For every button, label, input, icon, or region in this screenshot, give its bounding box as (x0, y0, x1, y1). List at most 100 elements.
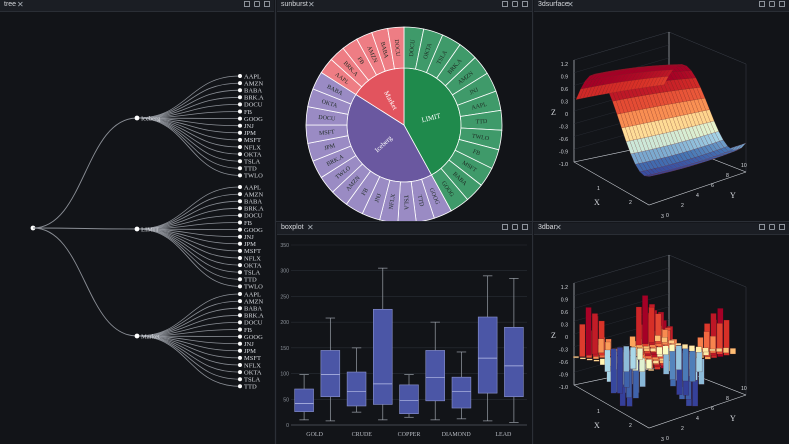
bar3d-bar (598, 338, 605, 353)
bar3d-bar (648, 307, 655, 343)
boxplot-chart: 350 300 250 200 150 100 50 0 GOLD CRUDE COPPER DIAM… (280, 243, 527, 438)
tree-link (136, 82, 241, 119)
close-icon[interactable]: ✕ (307, 223, 314, 232)
tree-leaf-node (238, 130, 242, 135)
bar3d-bar (669, 346, 676, 380)
tree-leaf-node (238, 192, 242, 197)
grid-line (573, 267, 670, 296)
sunburst-panel-header[interactable]: sunburst ✕ (277, 0, 532, 12)
tree-branch-label: Iceberg (141, 115, 161, 122)
restore-icon[interactable] (502, 1, 508, 7)
maximize-icon[interactable] (264, 1, 270, 7)
vertical-divider[interactable] (275, 0, 276, 444)
popout-icon[interactable] (512, 1, 518, 7)
panel-title: boxplot (281, 224, 304, 231)
x-tick-label: GOLD (306, 432, 323, 438)
tree-leaf-label: BABA (244, 88, 262, 95)
vertical-divider[interactable] (532, 0, 533, 444)
surface-panel-header[interactable]: 3dsurface ✕ (534, 0, 789, 12)
sunburst-panel: sunburst ✕ DOCU OKTA TSLA BRK.A AMZN JNJ AAPL T… (277, 0, 532, 221)
z-tick-label: -0.9 (559, 150, 568, 156)
tree-leaf-label: DOCU (244, 102, 263, 109)
popout-icon[interactable] (769, 224, 775, 230)
close-icon[interactable]: ✕ (567, 0, 574, 9)
tree-leaf-node (238, 137, 242, 142)
bar3d-bar (635, 306, 642, 346)
bar3d-bar (573, 356, 579, 359)
tree-leaf-label: JPM (244, 130, 256, 137)
bar3d-bar (723, 347, 729, 353)
close-icon[interactable]: ✕ (308, 0, 315, 9)
tree-leaf-label: FB (244, 327, 253, 334)
box-body (320, 350, 341, 398)
tree-link (136, 335, 241, 380)
popout-icon[interactable] (769, 1, 775, 7)
tree-branch-label: LIMIT (141, 226, 159, 233)
close-icon[interactable]: ✕ (17, 0, 24, 9)
z-axis-label: Z (551, 331, 556, 340)
boxplot-panel-header[interactable]: boxplot ✕ (277, 223, 532, 235)
restore-icon[interactable] (759, 224, 765, 230)
tree-leaf-label: AMZN (244, 298, 263, 305)
y-axis-label: Y (730, 191, 736, 200)
tree-leaf-label: BABA (244, 306, 262, 313)
tree-leaf-label: TSLA (244, 270, 261, 277)
tree-leaf-label: TSLA (244, 159, 261, 166)
tree-leaf-node (238, 370, 242, 375)
x-tick-label: 3 (661, 437, 664, 443)
tree-link (32, 227, 138, 230)
tree-leaf-node (238, 109, 242, 114)
tree-panel-header[interactable]: tree ✕ (0, 0, 274, 12)
restore-icon[interactable] (502, 224, 508, 230)
tree-link (136, 117, 241, 162)
tree-leaf-label: OKTA (244, 369, 262, 376)
tree-leaf-label: OKTA (244, 151, 262, 158)
bar3d-bar (591, 313, 598, 355)
x-tick-label: 1 (597, 409, 600, 415)
bar3d-bar (696, 349, 703, 373)
close-icon[interactable]: ✕ (555, 223, 562, 232)
x-tick-label: 2 (629, 200, 632, 206)
bar3d-bar (662, 329, 668, 345)
x-tick-label: 1 (597, 186, 600, 192)
restore-icon[interactable] (759, 1, 765, 7)
panel-title: 3dsurface (538, 1, 569, 8)
tree-leaf-node (238, 145, 242, 149)
restore-icon[interactable] (244, 1, 250, 7)
bar3d-bar (689, 347, 696, 382)
bar3d-bar (729, 348, 736, 355)
tree-branch-node (134, 226, 140, 232)
bar3d-bar (585, 307, 592, 356)
tree-leaf-node (238, 334, 242, 339)
tree-branch-node (134, 333, 140, 339)
bar3d-bar (654, 335, 661, 342)
tree-link (32, 117, 138, 229)
z-tick-label: 0 (565, 112, 568, 118)
tree-link (136, 228, 241, 266)
bar3d-bar (610, 348, 617, 394)
tree-link (136, 117, 241, 155)
sunburst-outer-label: TTD (475, 119, 488, 126)
horizontal-divider[interactable] (276, 221, 789, 222)
y-tick-label: 8 (726, 173, 729, 179)
bar3d-bar (702, 347, 709, 353)
tree-leaf-node (238, 123, 242, 128)
x-axis-label: X (594, 198, 600, 207)
bar3d-panel-header[interactable]: 3dbar ✕ (534, 223, 789, 235)
tree-leaf-label: TSLA (244, 377, 261, 384)
tree-leaf-label: AAPL (244, 184, 261, 191)
tree-leaf-label: JPM (244, 348, 256, 355)
bar3d-bar (604, 349, 611, 372)
popout-icon[interactable] (512, 224, 518, 230)
bar3d-bar (579, 324, 586, 357)
maximize-icon[interactable] (522, 224, 528, 230)
bar3d-bar (656, 346, 663, 355)
bar3d-bar (682, 344, 688, 349)
maximize-icon[interactable] (779, 224, 785, 230)
tree-link (136, 307, 241, 337)
tree-leaf-label: TTD (244, 277, 257, 284)
maximize-icon[interactable] (779, 1, 785, 7)
bar3d-bar (682, 346, 689, 382)
maximize-icon[interactable] (522, 1, 528, 7)
popout-icon[interactable] (254, 1, 260, 7)
